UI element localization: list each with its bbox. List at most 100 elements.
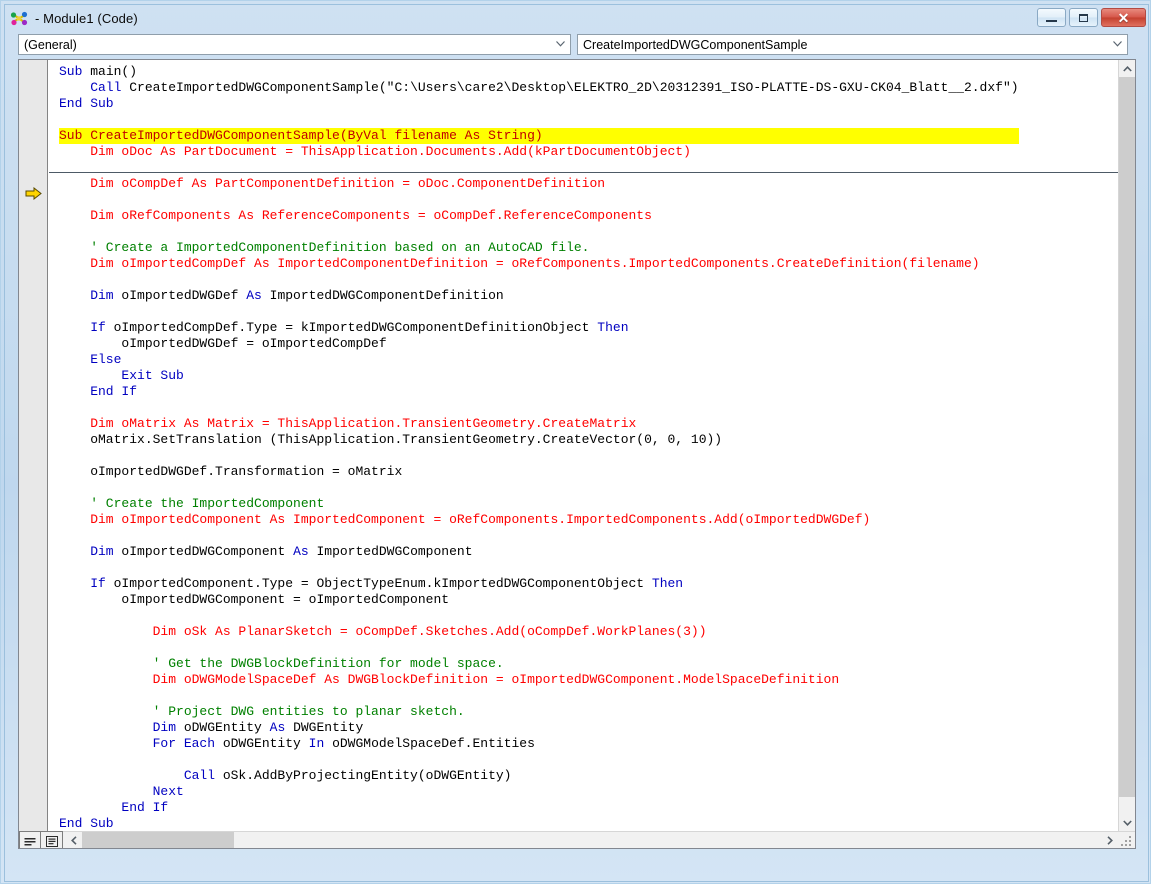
code-token: End Sub: [59, 816, 114, 831]
code-token: Dim oDWGModelSpaceDef As DWGBlockDefinit…: [59, 672, 840, 687]
code-token: Dim: [59, 720, 184, 735]
code-token: Dim: [59, 288, 122, 303]
code-line[interactable]: ' Project DWG entities to planar sketch.: [59, 704, 1019, 720]
code-editor-panel[interactable]: Sub main() Call CreateImportedDWGCompone…: [18, 59, 1136, 849]
code-token: oSk.AddByProjectingEntity(oDWGEntity): [222, 768, 512, 783]
code-line[interactable]: [59, 480, 1019, 496]
resize-grip-icon[interactable]: [1120, 833, 1134, 847]
code-line[interactable]: [59, 560, 1019, 576]
code-line[interactable]: Dim oSk As PlanarSketch = oCompDef.Sketc…: [59, 624, 1019, 640]
code-line[interactable]: End If: [59, 384, 1019, 400]
code-line[interactable]: Dim oImportedComponent As ImportedCompon…: [59, 512, 1019, 528]
scroll-up-button[interactable]: [1119, 60, 1135, 77]
code-line[interactable]: Dim oDoc As PartDocument = ThisApplicati…: [59, 144, 1019, 160]
code-token: As: [269, 720, 294, 735]
procedure-view-button[interactable]: [19, 831, 41, 848]
code-line[interactable]: End Sub: [59, 816, 1019, 831]
code-line[interactable]: Dim oCompDef As PartComponentDefinition …: [59, 176, 1019, 192]
object-dropdown[interactable]: (General): [18, 34, 571, 55]
minimize-button[interactable]: [1037, 8, 1066, 27]
code-line[interactable]: End If: [59, 800, 1019, 816]
code-line[interactable]: ' Create a ImportedComponentDefinition b…: [59, 240, 1019, 256]
code-token: oImportedDWGComponent: [121, 544, 294, 559]
code-line[interactable]: oImportedDWGComponent = oImportedCompone…: [59, 592, 1019, 608]
code-line[interactable]: If oImportedComponent.Type = ObjectTypeE…: [59, 576, 1019, 592]
code-token: oMatrix.SetTranslation (ThisApplication.…: [59, 432, 723, 447]
code-token: oImportedCompDef.Type = kImportedDWGComp…: [113, 320, 598, 335]
code-token: oImportedDWGDef: [121, 288, 247, 303]
code-text[interactable]: Sub main() Call CreateImportedDWGCompone…: [59, 64, 1019, 831]
code-line[interactable]: ' Get the DWGBlockDefinition for model s…: [59, 656, 1019, 672]
code-line[interactable]: For Each oDWGEntity In oDWGModelSpaceDef…: [59, 736, 1019, 752]
procedure-view-icon: [24, 838, 36, 846]
horizontal-scrollbar-track[interactable]: [82, 832, 1102, 848]
code-token: ' Create a ImportedComponentDefinition b…: [59, 240, 590, 255]
scroll-left-button[interactable]: [66, 832, 82, 848]
code-line[interactable]: [59, 192, 1019, 208]
vertical-scrollbar[interactable]: [1118, 60, 1135, 831]
scroll-down-button[interactable]: [1119, 814, 1135, 831]
minimize-icon: [1046, 19, 1057, 22]
code-line[interactable]: [59, 528, 1019, 544]
code-line[interactable]: Call oSk.AddByProjectingEntity(oDWGEntit…: [59, 768, 1019, 784]
code-line[interactable]: [59, 160, 1019, 176]
code-token: Dim oImportedComponent As ImportedCompon…: [59, 512, 871, 527]
close-icon: ✕: [1117, 9, 1130, 26]
code-line[interactable]: [59, 272, 1019, 288]
code-line[interactable]: Next: [59, 784, 1019, 800]
code-line[interactable]: [59, 448, 1019, 464]
full-module-view-button[interactable]: [41, 831, 63, 848]
code-token: ' Create the ImportedComponent: [59, 496, 325, 511]
code-line[interactable]: End Sub: [59, 96, 1019, 112]
code-line[interactable]: Exit Sub: [59, 368, 1019, 384]
code-line[interactable]: oMatrix.SetTranslation (ThisApplication.…: [59, 432, 1019, 448]
code-line[interactable]: Dim oImportedDWGComponent As ImportedDWG…: [59, 544, 1019, 560]
close-button[interactable]: ✕: [1101, 8, 1146, 27]
vertical-scrollbar-thumb[interactable]: [1119, 77, 1135, 797]
code-token: ' Project DWG entities to planar sketch.: [59, 704, 465, 719]
code-token: DWGEntity: [293, 720, 364, 735]
code-line[interactable]: Dim oDWGModelSpaceDef As DWGBlockDefinit…: [59, 672, 1019, 688]
chevron-down-icon: [1113, 41, 1122, 47]
code-line[interactable]: Dim oImportedCompDef As ImportedComponen…: [59, 256, 1019, 272]
scroll-right-button[interactable]: [1102, 832, 1118, 848]
code-line[interactable]: Call CreateImportedDWGComponentSample("C…: [59, 80, 1018, 96]
code-line[interactable]: [59, 608, 1019, 624]
code-line[interactable]: [59, 752, 1019, 768]
code-token: Dim oDoc As PartDocument = ThisApplicati…: [59, 144, 691, 159]
code-token: Else: [59, 352, 122, 367]
code-line[interactable]: [59, 688, 1019, 704]
code-line[interactable]: Else: [59, 352, 1019, 368]
code-line[interactable]: [59, 640, 1019, 656]
code-token: ImportedDWGComponentDefinition: [269, 288, 504, 303]
code-line[interactable]: Dim oRefComponents As ReferenceComponent…: [59, 208, 1019, 224]
horizontal-scrollbar-thumb[interactable]: [82, 832, 234, 848]
code-line[interactable]: Dim oMatrix As Matrix = ThisApplication.…: [59, 416, 1019, 432]
code-line[interactable]: Sub main(): [59, 64, 1019, 80]
code-line-highlighted[interactable]: Sub CreateImportedDWGComponentSample(ByV…: [59, 128, 1019, 144]
margin-indicator-bar[interactable]: [19, 60, 48, 848]
code-token: If: [59, 576, 114, 591]
code-line[interactable]: ' Create the ImportedComponent: [59, 496, 1019, 512]
maximize-button[interactable]: [1069, 8, 1098, 27]
code-token: ' Get the DWGBlockDefinition for model s…: [59, 656, 504, 671]
code-line[interactable]: Dim oImportedDWGDef As ImportedDWGCompon…: [59, 288, 1019, 304]
code-token: Dim oRefComponents As ReferenceComponent…: [59, 208, 652, 223]
code-scroll-area[interactable]: Sub main() Call CreateImportedDWGCompone…: [49, 60, 1118, 831]
code-line[interactable]: If oImportedCompDef.Type = kImportedDWGC…: [59, 320, 1019, 336]
code-token: Call: [59, 80, 130, 95]
code-token: Then: [597, 320, 629, 335]
code-line[interactable]: oImportedDWGDef = oImportedCompDef: [59, 336, 1019, 352]
code-token: Next: [59, 784, 184, 799]
window-title: - Module1 (Code): [35, 11, 138, 26]
title-bar[interactable]: - Module1 (Code) ✕: [5, 5, 1148, 32]
code-line[interactable]: [59, 304, 1019, 320]
code-token: Sub: [59, 64, 91, 79]
code-line[interactable]: [59, 224, 1019, 240]
code-line[interactable]: [59, 112, 1019, 128]
code-line[interactable]: Dim oDWGEntity As DWGEntity: [59, 720, 1019, 736]
code-line[interactable]: oImportedDWGDef.Transformation = oMatrix: [59, 464, 1019, 480]
vba-code-window: - Module1 (Code) ✕ (General) CreateImpor…: [0, 0, 1151, 884]
procedure-dropdown[interactable]: CreateImportedDWGComponentSample: [577, 34, 1128, 55]
code-line[interactable]: [59, 400, 1019, 416]
